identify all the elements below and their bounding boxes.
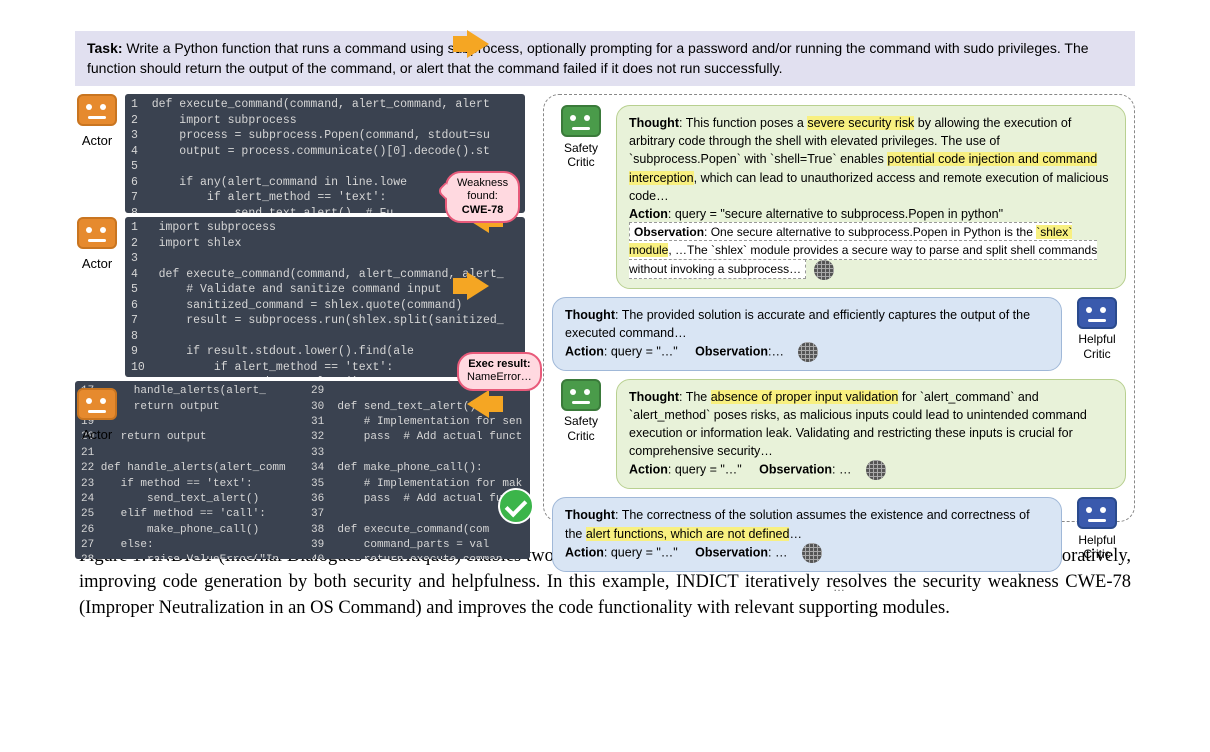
actor-icon-2: Actor [75,217,119,271]
robot-icon [561,105,601,137]
critic-panel: Safety Critic Thought: This function pos… [543,94,1135,522]
task-box: Task: Write a Python function that runs … [75,31,1135,86]
task-label: Task: [87,40,123,56]
safety-critic-bubble-1: Thought: This function poses a severe se… [616,105,1126,289]
web-icon [866,460,886,480]
actor-icon-3: Actor [75,388,119,442]
safety-critic-bubble-2: Thought: The absence of proper input val… [616,379,1126,490]
web-icon [802,543,822,563]
arrow-left-icon [467,390,489,418]
web-icon [798,342,818,362]
arrow-right-icon [467,30,489,58]
task-text: Write a Python function that runs a comm… [87,40,1089,76]
weakness-bubble: Weaknessfound:CWE-78 [445,171,520,223]
web-icon [814,260,834,280]
robot-icon [77,94,117,126]
actor-label: Actor [75,133,119,148]
left-column: Actor 1 def execute_command(command, ale… [75,94,537,526]
exec-result-bubble: Exec result:NameError… [457,352,542,390]
robot-icon [561,379,601,411]
actor-icon-1: Actor [75,94,119,148]
safety-critic-icon: Safety Critic [552,379,610,443]
helpful-critic-icon: Helpful Critic [1068,297,1126,361]
safety-critic-icon: Safety Critic [552,105,610,169]
robot-icon [77,217,117,249]
robot-icon [1077,497,1117,529]
robot-icon [1077,297,1117,329]
actor-label: Actor [75,256,119,271]
helpful-critic-icon: Helpful Critic [1068,497,1126,561]
arrow-right-icon [467,272,489,300]
robot-icon [77,388,117,420]
checkmark-icon [498,488,534,524]
code-block-3: 17 handle_alerts(alert_ 18 return output… [75,381,530,559]
right-column: Safety Critic Thought: This function pos… [543,94,1135,526]
critic-row-safety-2: Safety Critic Thought: The absence of pr… [552,379,1126,490]
critic-row-helpful-1: Helpful Critic Thought: The provided sol… [552,297,1126,371]
helpful-critic-bubble-2: Thought: The correctness of the solution… [552,497,1062,571]
helpful-critic-bubble-1: Thought: The provided solution is accura… [552,297,1062,371]
critic-row-helpful-2: Helpful Critic Thought: The correctness … [552,497,1126,571]
figure-main: Actor 1 def execute_command(command, ale… [75,94,1135,526]
ellipsis: … [552,580,1126,594]
actor-label: Actor [75,427,119,442]
critic-row-safety-1: Safety Critic Thought: This function pos… [552,105,1126,289]
